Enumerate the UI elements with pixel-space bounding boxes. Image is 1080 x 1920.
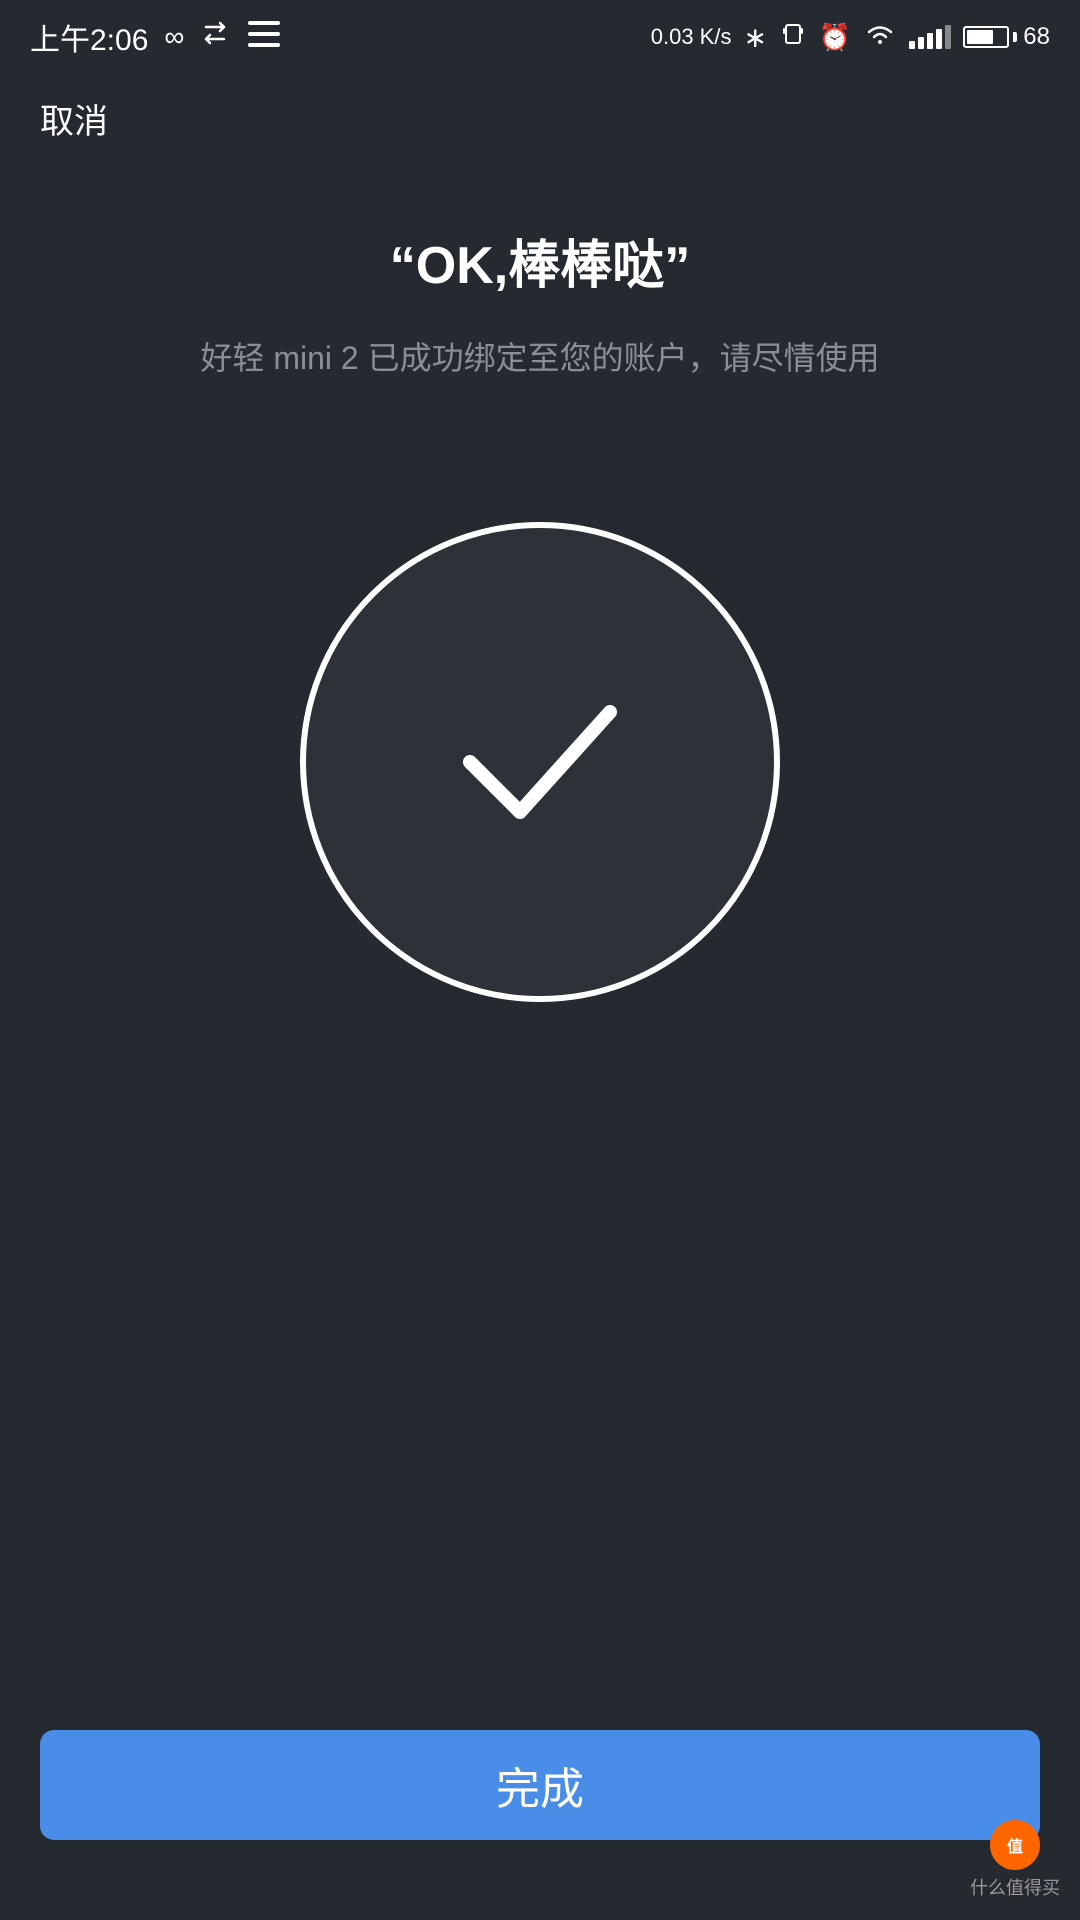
- watermark: 值 什么值得买: [970, 1820, 1060, 1900]
- done-button[interactable]: 完成: [40, 1730, 1040, 1840]
- menu-icon: [248, 21, 280, 54]
- nav-bar: 取消: [0, 74, 1080, 163]
- vibrate-icon: [779, 20, 807, 55]
- battery: 68: [963, 23, 1050, 51]
- cancel-button[interactable]: 取消: [40, 94, 108, 143]
- subtitle-text: 好轻 mini 2 已成功绑定至您的账户，请尽情使用: [200, 334, 879, 382]
- alarm-icon: ⏰: [819, 22, 851, 53]
- infinity-icon: ∞: [164, 21, 182, 53]
- signal-bars: [909, 25, 951, 49]
- transfer-icon: [198, 17, 232, 58]
- checkmark-icon: [450, 692, 630, 832]
- main-content: “OK,棒棒哒” 好轻 mini 2 已成功绑定至您的账户，请尽情使用: [0, 163, 1080, 1002]
- battery-percent: 68: [1023, 23, 1050, 51]
- watermark-icon: 值: [990, 1820, 1040, 1870]
- watermark-label: 什么值得买: [970, 1874, 1060, 1900]
- status-left: 上午2:06 ∞: [30, 15, 280, 59]
- page-title: “OK,棒棒哒”: [390, 223, 690, 298]
- bluetooth-icon: ∗: [743, 21, 766, 54]
- status-right: 0.03 K/s ∗ ⏰: [651, 20, 1050, 55]
- success-circle-container: [300, 522, 780, 1002]
- status-time: 上午2:06: [30, 15, 148, 59]
- watermark-text: 值: [1007, 1833, 1023, 1857]
- check-circle: [300, 522, 780, 1002]
- speed-text: 0.03 K/s: [651, 24, 732, 50]
- wifi-icon: [863, 20, 897, 55]
- status-bar: 上午2:06 ∞ 0.03 K/s ∗ ⏰: [0, 0, 1080, 74]
- bottom-area: 完成: [40, 1730, 1040, 1840]
